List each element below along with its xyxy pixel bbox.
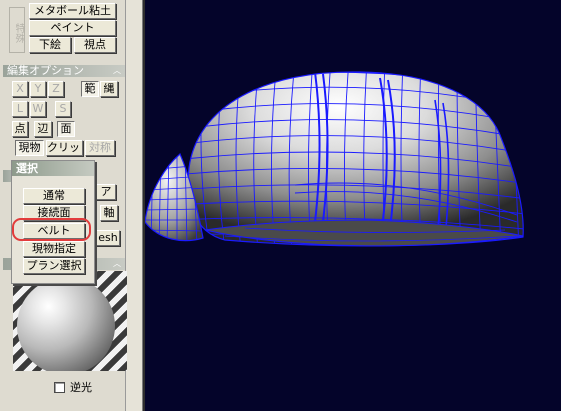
- 3d-viewport[interactable]: [144, 0, 561, 411]
- select-normal-button[interactable]: 通常: [23, 188, 85, 204]
- metaball-button[interactable]: メタボール粘土: [29, 3, 116, 19]
- screen-s-button[interactable]: S: [55, 101, 71, 117]
- app-window: 特殊 メタボール粘土 ペイント 下絵 視点 編集オプション ︿ X Y Z 範 …: [0, 0, 561, 411]
- viewpoint-button[interactable]: 視点: [74, 37, 116, 53]
- collapse-icon: ︿: [113, 259, 121, 268]
- axis-z-button[interactable]: Z: [48, 81, 64, 97]
- a-button[interactable]: ア: [96, 184, 116, 200]
- underlay-button[interactable]: 下絵: [29, 37, 71, 53]
- axis-x-button[interactable]: X: [12, 81, 28, 97]
- world-w-button[interactable]: W: [30, 101, 46, 117]
- material-sphere: [17, 277, 115, 371]
- local-l-button[interactable]: L: [12, 101, 28, 117]
- backlight-checkbox[interactable]: [54, 381, 65, 393]
- panel-scrollbar[interactable]: [125, 0, 142, 411]
- paint-button[interactable]: ペイント: [29, 20, 116, 36]
- special-group-label: 特殊: [9, 7, 25, 53]
- material-preview[interactable]: [13, 271, 127, 371]
- rope-button[interactable]: 縄: [100, 81, 118, 97]
- symmetry-button[interactable]: 対称: [85, 140, 115, 156]
- collapse-icon: ︿: [113, 66, 121, 75]
- range-button[interactable]: 範: [81, 81, 99, 97]
- face-mode-button[interactable]: 面: [57, 121, 75, 137]
- select-current-object-button[interactable]: 現物指定: [23, 241, 85, 257]
- select-plan-button[interactable]: プラン選択: [23, 258, 85, 274]
- edit-options-header[interactable]: 編集オプション ︿: [3, 65, 125, 77]
- axis-y-button[interactable]: Y: [30, 81, 46, 97]
- wireframe-model: [144, 71, 524, 247]
- point-mode-button[interactable]: 点: [12, 121, 28, 137]
- current-object-button[interactable]: 現物: [15, 140, 44, 156]
- backlight-option[interactable]: 逆光: [54, 380, 92, 394]
- axis-button[interactable]: 軸: [100, 205, 118, 221]
- grid-button[interactable]: クリッド: [46, 140, 83, 156]
- edit-options-title: 編集オプション: [7, 64, 84, 77]
- select-popup-title: 選択: [12, 161, 94, 176]
- mesh-button[interactable]: esh: [96, 230, 120, 246]
- belt-highlight-ring: [12, 218, 91, 241]
- backlight-label: 逆光: [70, 381, 92, 394]
- edge-mode-button[interactable]: 辺: [34, 121, 52, 137]
